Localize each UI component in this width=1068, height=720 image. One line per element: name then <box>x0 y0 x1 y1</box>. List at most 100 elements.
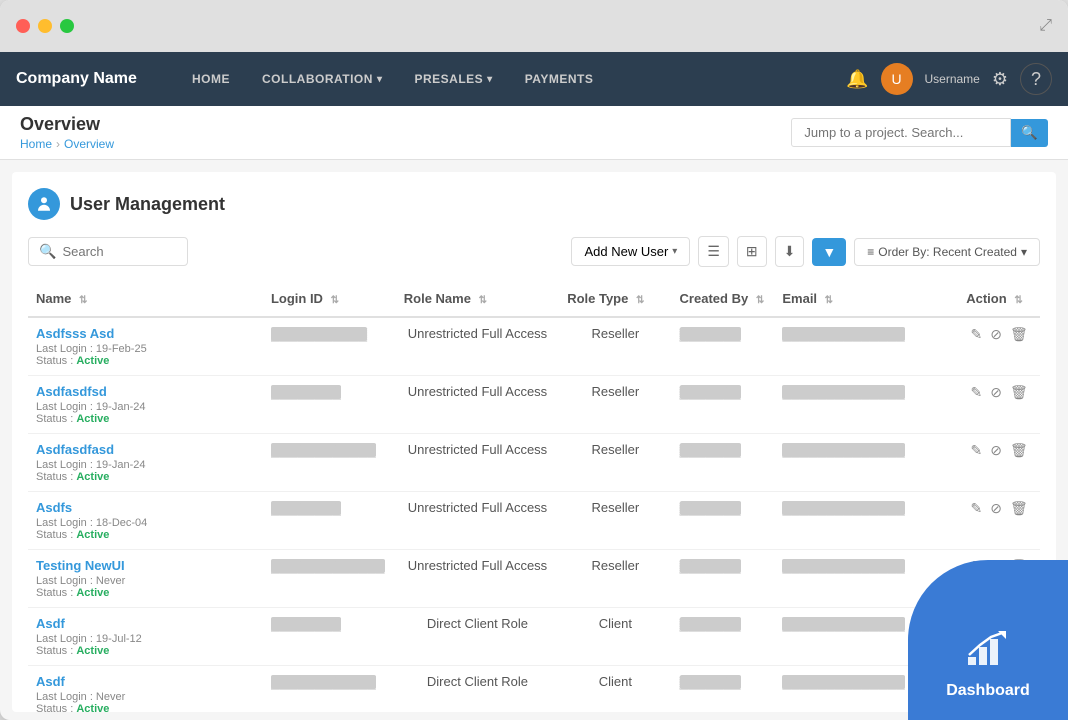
cell-name-4: Testing NewUI Last Login : Never Status … <box>28 550 263 608</box>
minimize-button[interactable] <box>38 19 52 33</box>
user-name-link[interactable]: Asdf <box>36 616 255 631</box>
cell-name-2: Asdfasdfasd Last Login : 19-Jan-24 Statu… <box>28 434 263 492</box>
gear-icon[interactable]: ⚙ <box>992 69 1008 90</box>
cell-login-1: ▓▓▓▓▓▓▓▓ <box>263 376 396 434</box>
project-search-button[interactable]: 🔍 <box>1011 119 1048 147</box>
col-header-email[interactable]: Email ⇅ <box>774 281 958 317</box>
delete-icon[interactable]: 🗑 <box>1010 384 1028 401</box>
breadcrumb-current: Overview <box>64 137 114 151</box>
nav-item-home[interactable]: HOME <box>176 52 246 106</box>
login-id: ▓▓▓▓▓▓▓▓▓▓▓ <box>271 327 367 341</box>
created-by: ▓▓▓▓▓▓▓ <box>680 327 741 341</box>
cell-role-type-0: Reseller <box>559 317 671 376</box>
add-user-button[interactable]: Add New User ▾ <box>571 237 690 266</box>
user-last-login: Last Login : 19-Jan-24 <box>36 459 255 471</box>
edit-icon[interactable]: ✎ <box>970 500 982 517</box>
chevron-down-icon: ▾ <box>487 74 493 85</box>
nav-item-presales[interactable]: PRESALES ▾ <box>398 52 508 106</box>
user-status: Status : Active <box>36 471 255 483</box>
cell-role-name-1: Unrestricted Full Access <box>396 376 559 434</box>
table-row: Asdfs Last Login : 18-Dec-04 Status : Ac… <box>28 492 1040 550</box>
chevron-down-icon: ▾ <box>377 74 383 85</box>
user-name-link[interactable]: Asdfasdfsd <box>36 384 255 399</box>
cell-role-type-6: Client <box>559 666 671 713</box>
project-search: 🔍 <box>791 118 1048 147</box>
nav-item-payments[interactable]: PAYMENTS <box>509 52 610 106</box>
user-name-link[interactable]: Asdfs <box>36 500 255 515</box>
delete-icon[interactable]: 🗑 <box>1010 500 1028 517</box>
cell-action-0: ✎ ⊘ 🗑 <box>958 317 1040 376</box>
company-name-logo: Company Name <box>16 70 146 88</box>
cell-email-1: ▓▓▓▓▓▓▓▓▓▓▓▓▓▓ <box>774 376 958 434</box>
list-view-button[interactable]: ☰ <box>698 236 729 267</box>
col-header-login[interactable]: Login ID ⇅ <box>263 281 396 317</box>
section-title: User Management <box>70 194 225 215</box>
breadcrumb-separator: › <box>56 137 60 151</box>
disable-icon[interactable]: ⊘ <box>990 384 1002 401</box>
cell-created-by-6: ▓▓▓▓▓▓▓ <box>672 666 775 713</box>
edit-icon[interactable]: ✎ <box>970 442 982 459</box>
login-id: ▓▓▓▓▓▓▓▓▓▓▓▓ <box>271 443 376 457</box>
sort-icon: ⇅ <box>331 295 339 306</box>
project-search-input[interactable] <box>791 118 1011 147</box>
disable-icon[interactable]: ⊘ <box>990 326 1002 343</box>
col-header-role-type[interactable]: Role Type ⇅ <box>559 281 671 317</box>
col-header-role-name[interactable]: Role Name ⇅ <box>396 281 559 317</box>
edit-icon[interactable]: ✎ <box>970 384 982 401</box>
user-last-login: Last Login : Never <box>36 575 255 587</box>
bell-icon[interactable]: 🔔 <box>846 69 868 90</box>
dashboard-widget[interactable]: Dashboard <box>908 560 1068 720</box>
sort-icon: ⇅ <box>1014 295 1022 306</box>
filter-button[interactable]: ▼ <box>812 238 846 266</box>
created-by: ▓▓▓▓▓▓▓ <box>680 559 741 573</box>
page-title: Overview <box>20 114 114 135</box>
user-name-link[interactable]: Testing NewUI <box>36 558 255 573</box>
user-management-icon <box>28 188 60 220</box>
table-row: Testing NewUI Last Login : Never Status … <box>28 550 1040 608</box>
cell-login-3: ▓▓▓▓▓▓▓▓ <box>263 492 396 550</box>
cell-name-6: Asdf Last Login : Never Status : Active <box>28 666 263 713</box>
sort-icon: ⇅ <box>756 295 764 306</box>
user-name-link[interactable]: Asdfasdfasd <box>36 442 255 457</box>
login-id: ▓▓▓▓▓▓▓▓ <box>271 501 341 515</box>
avatar[interactable]: U <box>881 63 913 95</box>
col-header-created-by[interactable]: Created By ⇅ <box>672 281 775 317</box>
cell-login-4: ▓▓▓▓▓▓▓▓▓▓▓▓▓ <box>263 550 396 608</box>
cell-name-3: Asdfs Last Login : 18-Dec-04 Status : Ac… <box>28 492 263 550</box>
delete-icon[interactable]: 🗑 <box>1010 442 1028 459</box>
nav-item-collaboration[interactable]: COLLABORATION ▾ <box>246 52 398 106</box>
top-navigation: Company Name HOME COLLABORATION ▾ PRESAL… <box>0 52 1068 106</box>
disable-icon[interactable]: ⊘ <box>990 500 1002 517</box>
chevron-down-icon: ▾ <box>672 246 677 257</box>
support-icon[interactable]: ? <box>1020 63 1052 95</box>
main-window: ⤢ Company Name HOME COLLABORATION ▾ PRES… <box>0 0 1068 720</box>
expand-icon[interactable]: ⤢ <box>1039 17 1052 35</box>
download-button[interactable]: ⬇ <box>775 236 805 267</box>
cell-email-3: ▓▓▓▓▓▓▓▓▓▓▓▓▓▓ <box>774 492 958 550</box>
breadcrumb-left: Overview Home › Overview <box>20 114 114 151</box>
disable-icon[interactable]: ⊘ <box>990 442 1002 459</box>
sort-icon: ⇅ <box>79 295 87 306</box>
email: ▓▓▓▓▓▓▓▓▓▓▓▓▓▓ <box>782 443 904 457</box>
user-status: Status : Active <box>36 645 255 657</box>
search-input[interactable] <box>62 244 182 259</box>
login-id: ▓▓▓▓▓▓▓▓ <box>271 385 341 399</box>
cell-email-0: ▓▓▓▓▓▓▓▓▓▓▓▓▓▓ <box>774 317 958 376</box>
breadcrumb-home-link[interactable]: Home <box>20 137 52 151</box>
cell-action-3: ✎ ⊘ 🗑 <box>958 492 1040 550</box>
email: ▓▓▓▓▓▓▓▓▓▓▓▓▓▓ <box>782 617 904 631</box>
maximize-button[interactable] <box>60 19 74 33</box>
section-header: User Management <box>28 188 1040 220</box>
user-name-link[interactable]: Asdf <box>36 674 255 689</box>
sort-icon: ⇅ <box>636 295 644 306</box>
cell-role-name-6: Direct Client Role <box>396 666 559 713</box>
edit-icon[interactable]: ✎ <box>970 326 982 343</box>
user-name-link[interactable]: Asdfsss Asd <box>36 326 255 341</box>
traffic-lights <box>16 19 74 33</box>
close-button[interactable] <box>16 19 30 33</box>
grid-view-button[interactable]: ⊞ <box>737 236 767 267</box>
login-id: ▓▓▓▓▓▓▓▓ <box>271 617 341 631</box>
col-header-name[interactable]: Name ⇅ <box>28 281 263 317</box>
delete-icon[interactable]: 🗑 <box>1010 326 1028 343</box>
order-by-button[interactable]: ≡ Order By: Recent Created ▾ <box>854 238 1040 266</box>
